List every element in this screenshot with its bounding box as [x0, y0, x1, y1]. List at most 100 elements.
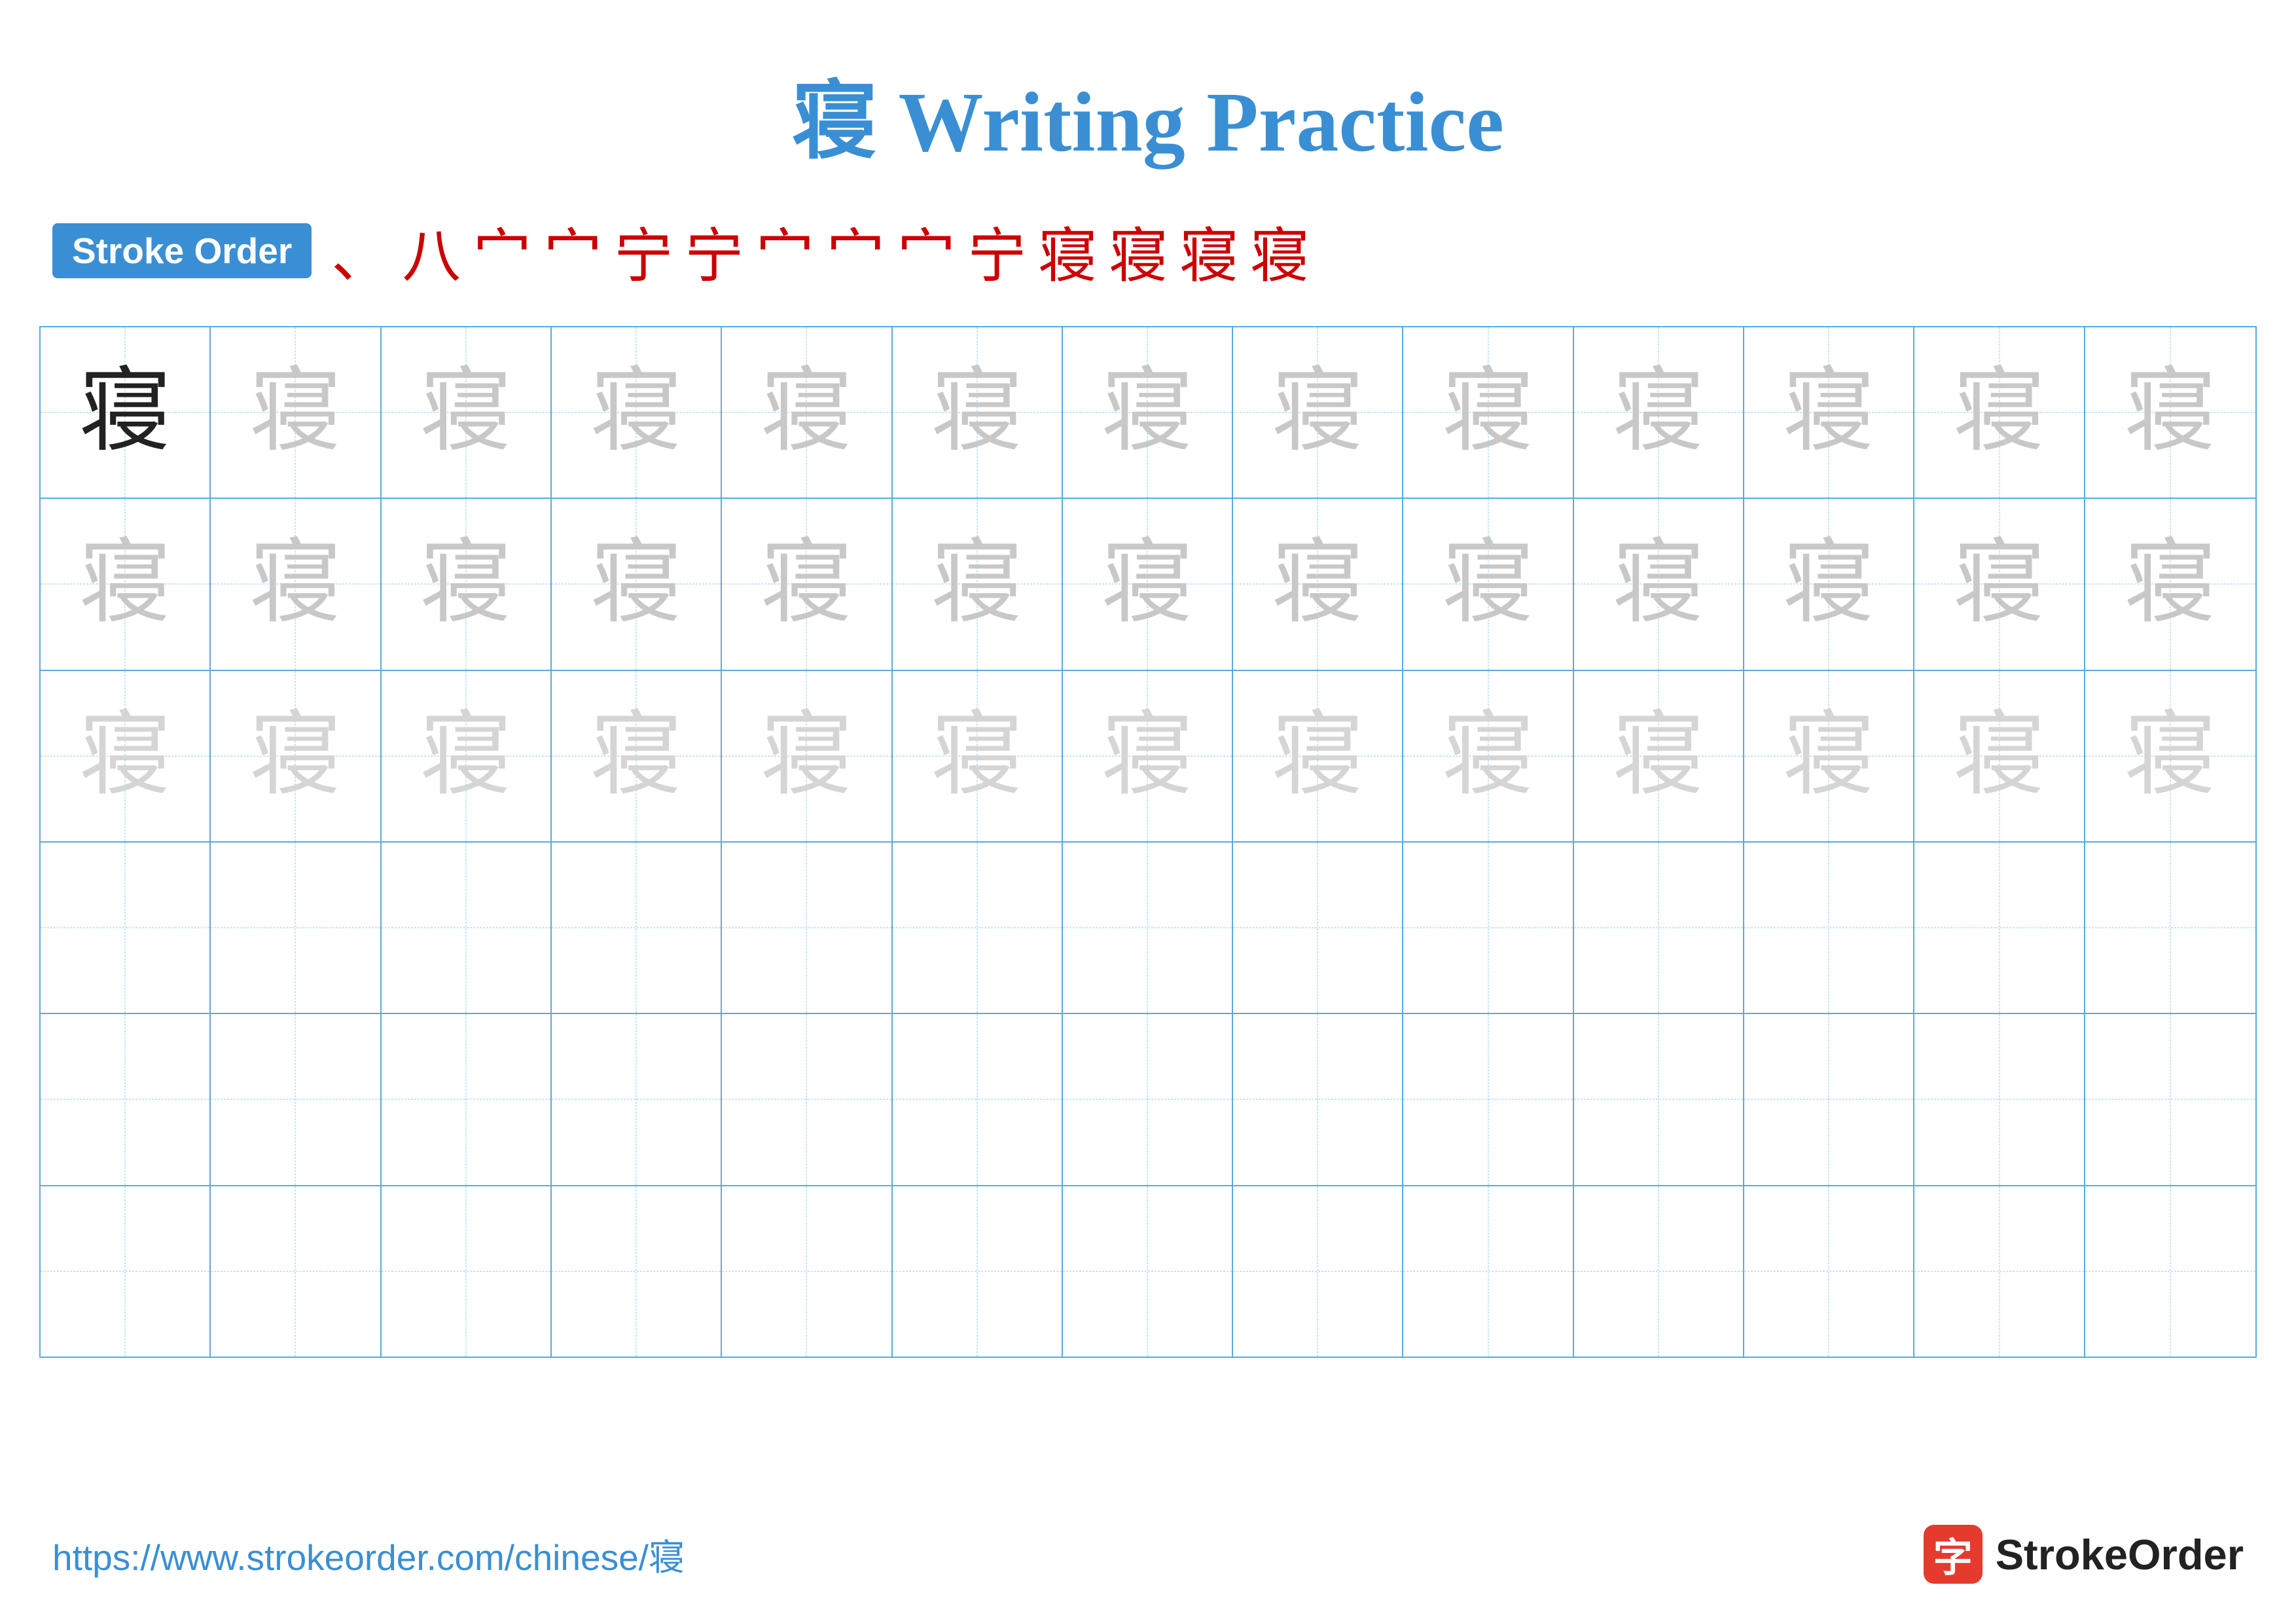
- stroke-order-badge: Stroke Order: [52, 223, 312, 278]
- stroke-step-0: 、: [331, 208, 390, 293]
- cell-char: 寝: [79, 538, 171, 630]
- grid-cell-5-1: [211, 1186, 381, 1357]
- grid-cell-4-11: [1914, 1014, 2085, 1184]
- grid-cell-2-4: 寝: [722, 671, 892, 841]
- grid-cell-4-4: [722, 1014, 892, 1184]
- cell-char: 寝: [1272, 710, 1363, 802]
- cell-char: 寝: [1783, 710, 1874, 802]
- cell-char: 寝: [590, 367, 682, 458]
- grid-cell-4-9: [1574, 1014, 1744, 1184]
- grid-cell-2-3: 寝: [552, 671, 722, 841]
- strokeorder-logo-icon: 字: [1924, 1525, 1982, 1584]
- cell-char: 寝: [1613, 710, 1704, 802]
- grid-cell-4-10: [1744, 1014, 1914, 1184]
- grid-cell-0-8: 寝: [1403, 327, 1573, 498]
- cell-char: 寝: [1954, 710, 2045, 802]
- footer-logo: 字 StrokeOrder: [1924, 1525, 2244, 1584]
- stroke-step-10: 寝: [1038, 208, 1097, 293]
- grid-cell-3-7: [1233, 843, 1403, 1013]
- cell-char: 寝: [1783, 538, 1874, 630]
- grid-cell-1-2: 寝: [382, 499, 552, 669]
- cell-char: 寝: [1272, 538, 1363, 630]
- grid-cell-2-7: 寝: [1233, 671, 1403, 841]
- grid-cell-0-1: 寝: [211, 327, 381, 498]
- practice-grid: 寝寝寝寝寝寝寝寝寝寝寝寝寝寝寝寝寝寝寝寝寝寝寝寝寝寝寝寝寝寝寝寝寝寝寝寝寝寝寝: [39, 326, 2257, 1358]
- footer-url[interactable]: https://www.strokeorder.com/chinese/寝: [52, 1528, 685, 1580]
- grid-cell-5-3: [552, 1186, 722, 1357]
- cell-char: 寝: [761, 710, 852, 802]
- grid-cell-4-0: [41, 1014, 211, 1184]
- footer: https://www.strokeorder.com/chinese/寝 字 …: [0, 1525, 2296, 1584]
- cell-char: 寝: [420, 367, 512, 458]
- grid-cell-1-4: 寝: [722, 499, 892, 669]
- grid-cell-3-9: [1574, 843, 1744, 1013]
- grid-cell-5-11: [1914, 1186, 2085, 1357]
- cell-char: 寝: [761, 367, 852, 458]
- grid-cell-3-4: [722, 843, 892, 1013]
- grid-cell-2-11: 寝: [1914, 671, 2085, 841]
- grid-cell-4-6: [1063, 1014, 1233, 1184]
- cell-char: 寝: [249, 710, 341, 802]
- grid-cell-5-10: [1744, 1186, 1914, 1357]
- grid-cell-1-3: 寝: [552, 499, 722, 669]
- stroke-step-3: 宀: [543, 208, 602, 293]
- cell-char: 寝: [1954, 367, 2045, 458]
- grid-cell-3-0: [41, 843, 211, 1013]
- grid-cell-0-6: 寝: [1063, 327, 1233, 498]
- grid-cell-0-7: 寝: [1233, 327, 1403, 498]
- cell-char: 寝: [249, 367, 341, 458]
- grid-cell-1-7: 寝: [1233, 499, 1403, 669]
- cell-char: 寝: [1443, 710, 1534, 802]
- cell-char: 寝: [1102, 538, 1193, 630]
- cell-char: 寝: [79, 367, 171, 458]
- grid-cell-1-11: 寝: [1914, 499, 2085, 669]
- page-title: 寝 Writing Practice: [0, 0, 2296, 202]
- grid-row-0: 寝寝寝寝寝寝寝寝寝寝寝寝寝: [41, 327, 2255, 499]
- title-char: 寝: [792, 75, 877, 170]
- cell-char: 寝: [1102, 710, 1193, 802]
- grid-cell-1-9: 寝: [1574, 499, 1744, 669]
- grid-cell-2-0: 寝: [41, 671, 211, 841]
- grid-cell-0-2: 寝: [382, 327, 552, 498]
- cell-char: 寝: [2125, 538, 2216, 630]
- footer-logo-text: StrokeOrder: [1996, 1530, 2244, 1579]
- grid-cell-0-12: 寝: [2085, 327, 2255, 498]
- grid-cell-1-0: 寝: [41, 499, 211, 669]
- grid-cell-5-2: [382, 1186, 552, 1357]
- grid-cell-3-5: [893, 843, 1063, 1013]
- cell-char: 寝: [1102, 367, 1193, 458]
- stroke-step-12: 寝: [1179, 208, 1238, 293]
- cell-char: 寝: [1613, 538, 1704, 630]
- grid-cell-2-2: 寝: [382, 671, 552, 841]
- grid-cell-5-6: [1063, 1186, 1233, 1357]
- grid-cell-1-6: 寝: [1063, 499, 1233, 669]
- cell-char: 寝: [931, 710, 1023, 802]
- grid-cell-2-5: 寝: [893, 671, 1063, 841]
- grid-cell-1-1: 寝: [211, 499, 381, 669]
- cell-char: 寝: [931, 367, 1023, 458]
- stroke-sequence: 、八宀宀宁宁宀宀宀宁寝寝寝寝: [331, 208, 1309, 293]
- grid-cell-3-2: [382, 843, 552, 1013]
- cell-char: 寝: [1954, 538, 2045, 630]
- cell-char: 寝: [590, 538, 682, 630]
- stroke-order-row: Stroke Order 、八宀宀宁宁宀宀宀宁寝寝寝寝: [0, 202, 2296, 313]
- grid-cell-0-5: 寝: [893, 327, 1063, 498]
- grid-cell-3-8: [1403, 843, 1573, 1013]
- cell-char: 寝: [590, 710, 682, 802]
- grid-row-3: [41, 843, 2255, 1014]
- grid-cell-4-5: [893, 1014, 1063, 1184]
- cell-char: 寝: [1613, 367, 1704, 458]
- grid-cell-1-12: 寝: [2085, 499, 2255, 669]
- cell-char: 寝: [1272, 367, 1363, 458]
- grid-cell-2-8: 寝: [1403, 671, 1573, 841]
- grid-cell-4-7: [1233, 1014, 1403, 1184]
- grid-cell-3-11: [1914, 843, 2085, 1013]
- grid-cell-2-6: 寝: [1063, 671, 1233, 841]
- grid-cell-0-11: 寝: [1914, 327, 2085, 498]
- grid-cell-0-10: 寝: [1744, 327, 1914, 498]
- grid-cell-5-0: [41, 1186, 211, 1357]
- grid-cell-3-1: [211, 843, 381, 1013]
- grid-cell-2-10: 寝: [1744, 671, 1914, 841]
- grid-cell-5-7: [1233, 1186, 1403, 1357]
- grid-cell-1-5: 寝: [893, 499, 1063, 669]
